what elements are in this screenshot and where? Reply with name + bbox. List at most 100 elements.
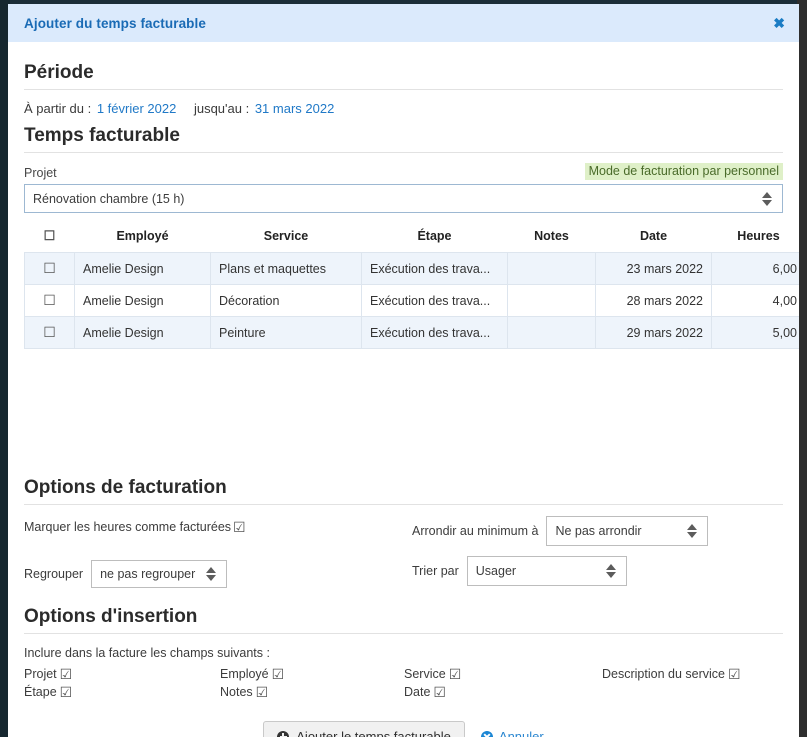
insert-field-description-du-service[interactable]: Description du service ☑ (602, 667, 741, 681)
cell-employe: Amelie Design (74, 252, 211, 285)
regrouper-select[interactable]: ne pas regrouper (91, 560, 228, 588)
cell-employe: Amelie Design (74, 284, 211, 317)
cell-date: 23 mars 2022 (595, 252, 712, 285)
mark-hours-billed-option[interactable]: Marquer les heures comme facturées ☑ (24, 520, 246, 534)
cell-etape: Exécution des trava... (361, 284, 508, 317)
chevron-updown-icon (762, 190, 773, 208)
insert-field-projet-checkbox[interactable]: ☑ (60, 667, 73, 681)
modal-header: Ajouter du temps facturable ✖ (8, 4, 799, 42)
x-circle-icon (480, 730, 493, 737)
th-date: Date (595, 225, 712, 253)
th-etape: Étape (361, 225, 508, 253)
insert-field-employe-label: Employé (220, 667, 269, 681)
insert-field-date-label: Date (404, 685, 431, 699)
row-checkbox[interactable]: ☐ (43, 292, 56, 308)
row-checkbox[interactable]: ☐ (43, 324, 56, 340)
table-row[interactable]: ☐ Amelie Design Plans et maquettes Exécu… (24, 252, 799, 285)
projet-select-value: Rénovation chambre (15 h) (33, 191, 185, 206)
insert-field-date-checkbox[interactable]: ☑ (433, 685, 446, 699)
periode-to-label: jusqu'au : (193, 101, 250, 116)
projet-label: Projet (24, 166, 57, 180)
cell-notes (507, 284, 596, 317)
insert-field-etape-checkbox[interactable]: ☑ (60, 685, 73, 699)
projet-select[interactable]: Rénovation chambre (15 h) (24, 184, 783, 213)
periode-from-label: À partir du : (24, 101, 92, 116)
row-checkbox[interactable]: ☐ (43, 260, 56, 276)
modal-title: Ajouter du temps facturable (24, 15, 206, 31)
insert-field-service[interactable]: Service ☑ (404, 667, 461, 681)
insertion-intro-text: Inclure dans la facture les champs suiva… (24, 646, 270, 660)
insert-field-date[interactable]: Date ☑ (404, 685, 446, 699)
modal-footer: Ajouter le temps facturable Annuler (24, 721, 783, 737)
row-checkbox-cell: ☐ (24, 252, 75, 285)
cell-date: 28 mars 2022 (595, 284, 712, 317)
billing-mode-badge: Mode de facturation par personnel (584, 162, 783, 180)
close-x-icon[interactable]: ✖ (773, 16, 785, 30)
th-service: Service (210, 225, 362, 253)
cell-heures: 4,00 (711, 284, 799, 317)
insertion-fields-grid: Projet ☑ Employé ☑ Service ☑ Description… (24, 667, 783, 709)
plus-circle-icon (277, 730, 290, 737)
mark-hours-billed-label: Marquer les heures comme facturées ☑ (24, 520, 246, 534)
insert-field-employe[interactable]: Employé ☑ (220, 667, 284, 681)
insert-field-description-du-service-label: Description du service (602, 667, 725, 681)
insert-field-notes-label: Notes (220, 685, 253, 699)
section-title-periode: Période (24, 62, 783, 90)
regrouper-label: Regrouper (24, 567, 84, 581)
mark-hours-billed-text: Marquer les heures comme facturées (24, 520, 232, 534)
cell-notes (507, 252, 596, 285)
trier-par-select-value: Usager (475, 564, 517, 578)
th-employe: Employé (74, 225, 211, 253)
periode-from-date[interactable]: 1 février 2022 (97, 101, 177, 116)
insert-field-notes-checkbox[interactable]: ☑ (256, 685, 269, 699)
insert-field-etape-label: Étape (24, 685, 57, 699)
th-heures: Heures (711, 225, 799, 253)
add-billable-time-button[interactable]: Ajouter le temps facturable (263, 721, 465, 737)
select-all-checkbox[interactable]: ☐ (44, 228, 56, 243)
periode-range: À partir du : 1 février 2022 jusqu'au : … (24, 101, 783, 116)
cell-employe: Amelie Design (74, 316, 211, 349)
chevron-updown-icon (605, 562, 617, 580)
chevron-updown-icon (687, 522, 698, 540)
table-row[interactable]: ☐ Amelie Design Peinture Exécution des t… (24, 316, 799, 349)
section-title-options-facturation: Options de facturation (24, 477, 783, 505)
periode-to-date[interactable]: 31 mars 2022 (255, 101, 335, 116)
cell-service: Peinture (210, 316, 362, 349)
arrondir-field: Arrondir au minimum à Ne pas arrondir (412, 516, 709, 546)
arrondir-select[interactable]: Ne pas arrondir (546, 516, 709, 546)
cell-heures: 6,00 (711, 252, 799, 285)
trier-par-select[interactable]: Usager (466, 556, 627, 586)
insert-field-etape[interactable]: Étape ☑ (24, 685, 72, 699)
mark-hours-billed-checkbox[interactable]: ☑ (233, 520, 246, 534)
row-checkbox-cell: ☐ (24, 316, 75, 349)
add-billable-time-modal: Ajouter du temps facturable ✖ Période À … (8, 4, 799, 737)
cell-service: Décoration (210, 284, 362, 317)
insert-field-description-du-service-checkbox[interactable]: ☑ (728, 667, 741, 681)
insert-field-service-label: Service (404, 667, 446, 681)
chevron-updown-icon (206, 565, 217, 583)
cell-heures: 5,00 (711, 316, 799, 349)
arrondir-label: Arrondir au minimum à (412, 524, 539, 538)
table-spacer (24, 349, 783, 477)
th-notes: Notes (507, 225, 596, 253)
table-head: ☐ Employé Service Étape Notes Date Heure… (24, 225, 799, 253)
insert-field-notes[interactable]: Notes ☑ (220, 685, 268, 699)
table-body: ☐ Amelie Design Plans et maquettes Exécu… (24, 252, 799, 349)
insert-field-projet[interactable]: Projet ☑ (24, 667, 72, 681)
projet-row: Projet Mode de facturation par personnel (24, 162, 783, 180)
insert-field-employe-checkbox[interactable]: ☑ (272, 667, 285, 681)
row-checkbox-cell: ☐ (24, 284, 75, 317)
table-row[interactable]: ☐ Amelie Design Décoration Exécution des… (24, 284, 799, 317)
cell-etape: Exécution des trava... (361, 316, 508, 349)
add-billable-time-button-label: Ajouter le temps facturable (296, 729, 451, 737)
cell-service: Plans et maquettes (210, 252, 362, 285)
cell-date: 29 mars 2022 (595, 316, 712, 349)
cell-etape: Exécution des trava... (361, 252, 508, 285)
trier-par-label: Trier par (412, 564, 459, 578)
arrondir-select-value: Ne pas arrondir (555, 524, 642, 538)
modal-body: Période À partir du : 1 février 2022 jus… (8, 62, 799, 737)
insert-field-service-checkbox[interactable]: ☑ (449, 667, 462, 681)
cell-notes (507, 316, 596, 349)
cancel-button[interactable]: Annuler (480, 729, 544, 737)
section-title-options-insertion: Options d'insertion (24, 606, 783, 634)
